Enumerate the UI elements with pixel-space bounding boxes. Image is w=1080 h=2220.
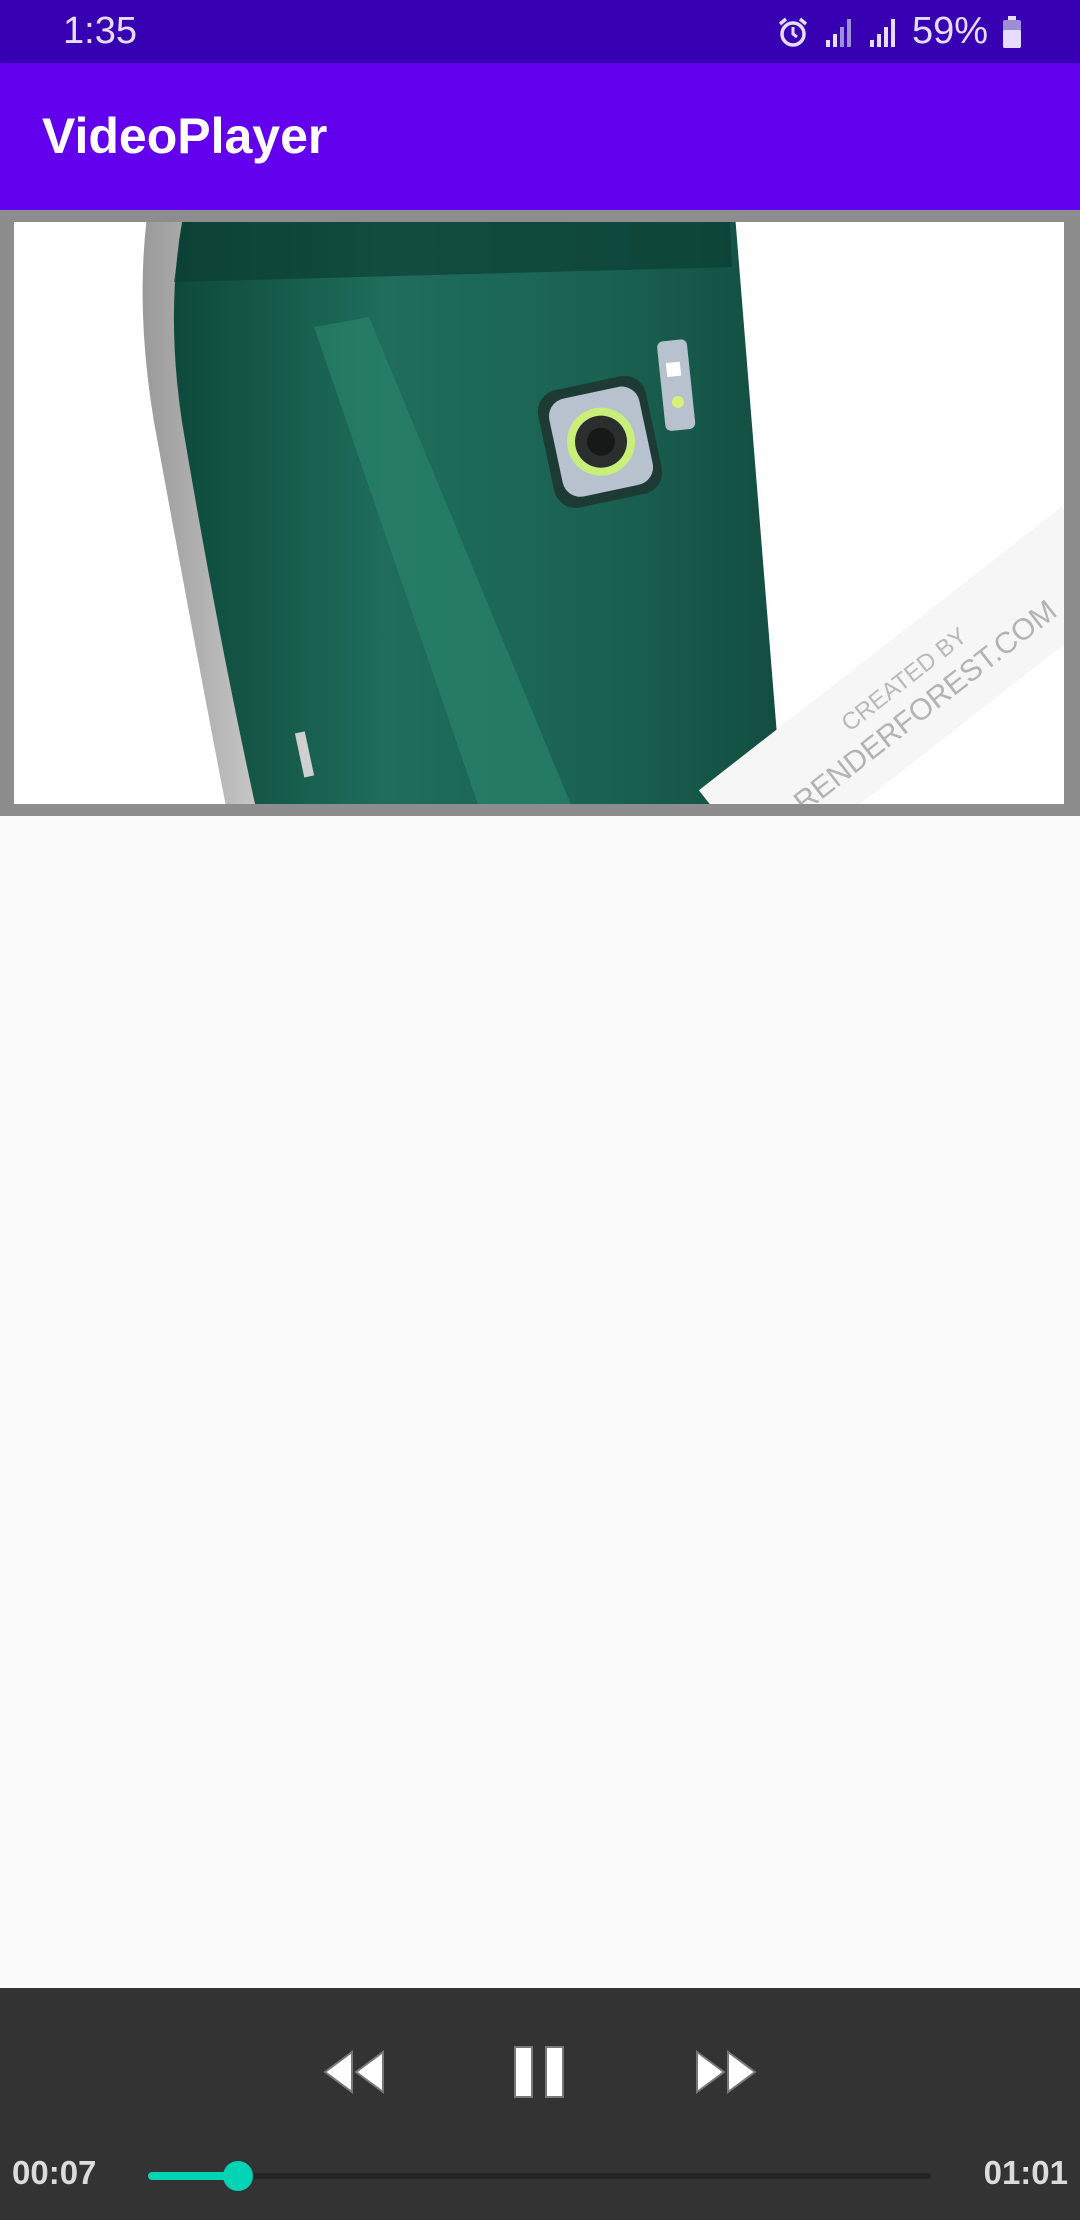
seek-track (148, 2173, 931, 2179)
app-title: VideoPlayer (42, 108, 328, 164)
pause-icon (514, 2046, 564, 2098)
video-surface[interactable]: CREATED BY RENDERFOREST.COM (14, 222, 1064, 804)
rewind-icon (323, 2050, 384, 2094)
rewind-button[interactable] (306, 2032, 402, 2112)
media-controls: 00:07 01:01 (0, 1988, 1080, 2220)
total-time: 01:01 (983, 2154, 1068, 2191)
status-icons: 59% (776, 8, 1022, 55)
battery-icon (1003, 15, 1021, 48)
pause-button[interactable] (491, 2032, 587, 2112)
video-player[interactable]: CREATED BY RENDERFOREST.COM (0, 210, 1080, 816)
app-bar: VideoPlayer (0, 63, 1080, 210)
battery-percent: 59% (911, 10, 988, 52)
fast-forward-icon (696, 2050, 757, 2094)
seek-thumb[interactable] (223, 2161, 254, 2191)
signal-icon (825, 18, 851, 47)
signal-icon (869, 18, 895, 47)
current-time: 00:07 (12, 2154, 97, 2191)
seek-bar[interactable] (148, 2161, 931, 2191)
status-bar: 1:35 59% (0, 0, 1080, 63)
fast-forward-button[interactable] (678, 2032, 774, 2112)
video-frame-image: CREATED BY RENDERFOREST.COM (142, 222, 1064, 804)
status-time: 1:35 (63, 10, 137, 52)
alarm-icon (778, 17, 808, 47)
